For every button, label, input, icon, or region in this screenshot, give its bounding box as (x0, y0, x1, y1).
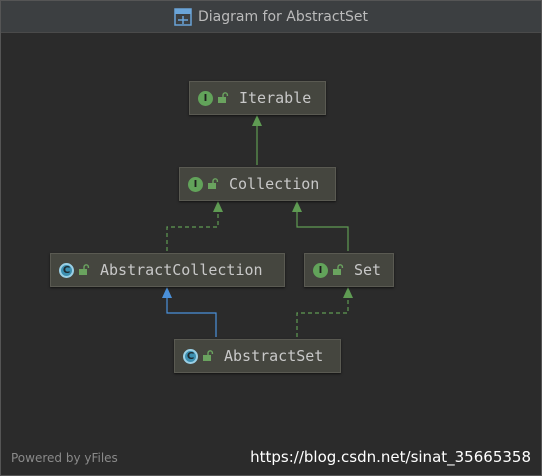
node-label: AbstractCollection (100, 261, 263, 279)
uml-diagram-icon (174, 7, 192, 26)
node-label: Iterable (239, 89, 312, 107)
edge-abstractcollection-collection (166, 201, 223, 251)
unlocked-icon (208, 178, 219, 189)
node-abstractcollection[interactable]: C AbstractCollection (50, 253, 285, 287)
abstract-class-icon: C (59, 262, 74, 278)
unlocked-icon (333, 264, 344, 275)
edge-set-collection (292, 201, 349, 251)
edge-abstractset-set (296, 287, 353, 337)
node-label: AbstractSet (224, 347, 324, 365)
title-bar: Diagram for AbstractSet (1, 1, 541, 33)
unlocked-icon (203, 350, 214, 361)
node-label: Collection (229, 175, 320, 193)
interface-icon: I (198, 90, 213, 106)
watermark-url: https://blog.csdn.net/sinat_35665358 (250, 448, 531, 466)
unlocked-icon (79, 264, 90, 275)
node-set[interactable]: I Set (304, 253, 394, 287)
diagram-canvas[interactable]: I Iterable I Collection C AbstractCollec… (1, 33, 541, 475)
edge-collection-iterable (252, 115, 262, 165)
node-iterable[interactable]: I Iterable (189, 81, 326, 115)
interface-icon: I (188, 176, 203, 192)
unlocked-icon (218, 92, 229, 103)
powered-by-label: Powered by yFiles (11, 451, 118, 465)
edge-abstractset-abstractcollection (162, 287, 217, 337)
interface-icon: I (313, 262, 328, 278)
diagram-window: Diagram for AbstractSet I Iterable I Col… (0, 0, 542, 476)
window-title: Diagram for AbstractSet (197, 8, 369, 25)
node-abstractset[interactable]: C AbstractSet (174, 339, 341, 373)
node-collection[interactable]: I Collection (179, 167, 336, 201)
abstract-class-icon: C (183, 348, 198, 364)
node-label: Set (354, 261, 382, 279)
